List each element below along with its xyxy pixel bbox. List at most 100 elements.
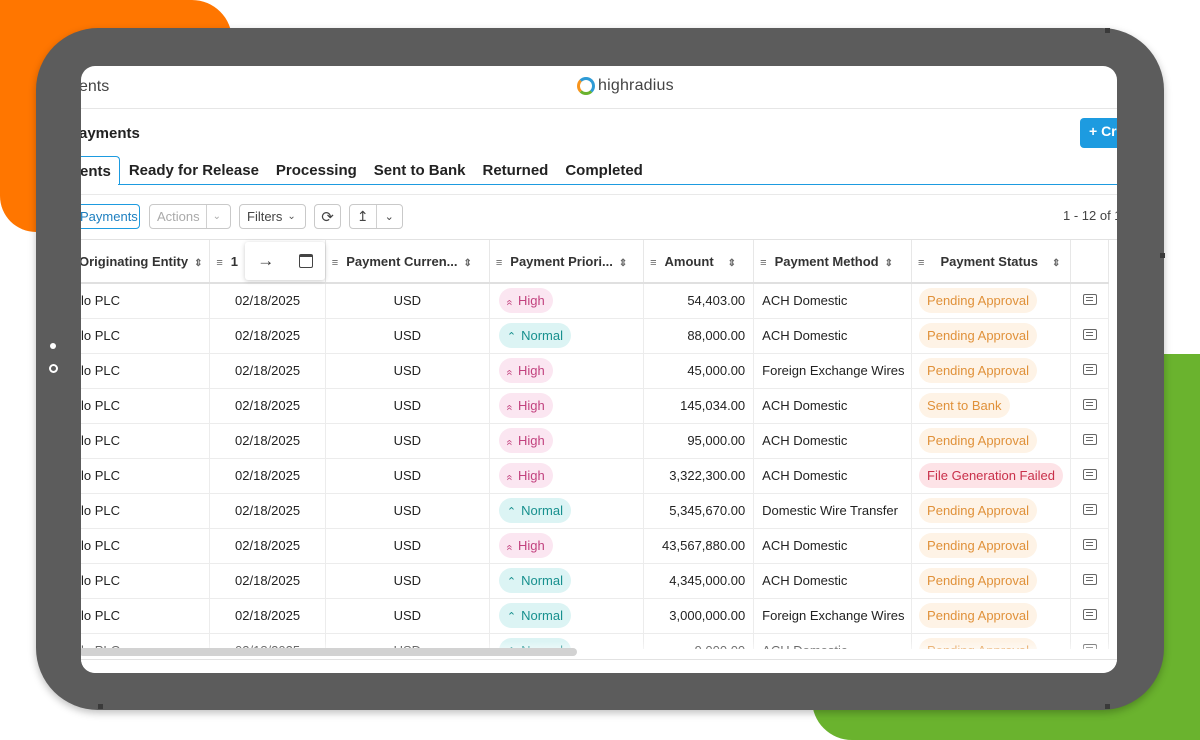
tab-ready-for-release[interactable]: Ready for Release	[120, 156, 267, 185]
date-picker-popover[interactable]: →	[245, 242, 325, 280]
cell-method: Domestic Wire Transfer	[753, 493, 913, 529]
actions-label: Actions	[157, 209, 200, 224]
double-chevron-up-icon: »	[503, 439, 516, 446]
tab-processing[interactable]: Processing	[267, 156, 365, 185]
cell-amount: 88,000.00	[643, 318, 755, 354]
cell-currency: USD	[325, 388, 490, 424]
filter-icon[interactable]: ≡	[216, 257, 222, 269]
comment-icon[interactable]	[1082, 609, 1097, 620]
cell-actions	[1070, 388, 1110, 424]
cell-method: ACH Domestic	[753, 423, 913, 459]
priority-badge: » High	[498, 463, 553, 488]
priority-badge: ⌃Normal	[498, 323, 571, 348]
cell-entity: lo PLC	[81, 423, 211, 459]
filter-icon[interactable]: ≡	[496, 257, 502, 269]
status-badge: Pending Approval	[919, 358, 1037, 383]
tab-completed[interactable]: Completed	[556, 156, 651, 185]
comment-icon[interactable]	[1082, 329, 1097, 340]
comment-icon[interactable]	[1082, 434, 1097, 445]
status-badge: Pending Approval	[919, 533, 1037, 558]
filter-icon[interactable]: ≡	[332, 257, 338, 269]
cell-priority: » High	[489, 458, 645, 494]
cell-entity: lo PLC	[81, 318, 211, 354]
tab-payments[interactable]: ents	[81, 156, 120, 185]
comment-icon[interactable]	[1082, 294, 1097, 306]
brand-logo[interactable]: highradius	[577, 77, 674, 95]
cell-entity: lo PLC	[81, 283, 211, 319]
comment-icon[interactable]	[1082, 574, 1097, 585]
table-row[interactable]: lo PLC 02/18/2025 USD ⌃ Normal 5,345,670.00 Do…	[81, 493, 1110, 529]
cell-actions	[1070, 458, 1110, 494]
divider	[205, 205, 207, 228]
tablet-notch	[1160, 253, 1165, 258]
logo-icon	[577, 77, 595, 95]
payments-button[interactable]: Payments	[81, 204, 140, 229]
table-row[interactable]: lo PLC 02/18/2025 USD ⌃ Normal 3,000,000.00 Fo…	[81, 598, 1110, 634]
cell-currency: USD	[325, 563, 490, 599]
cell-amount: 3,000,000.00	[643, 598, 755, 634]
refresh-button[interactable]: ⟳	[314, 204, 341, 229]
refresh-icon: ⟳	[321, 208, 334, 226]
export-button[interactable]: ↥ ⌄	[349, 204, 403, 229]
table-row[interactable]: lo PLC 02/18/2025 USD » High 145,034.00 ACH Do…	[81, 388, 1110, 424]
cell-status: Pending Approval	[911, 353, 1071, 389]
sort-icon[interactable]: ⇕	[1052, 258, 1060, 269]
comment-icon[interactable]	[1082, 364, 1097, 375]
table-row[interactable]: lo PLC 02/18/2025 USD » High 54,403.00 ACH Dom…	[81, 283, 1110, 319]
comment-icon[interactable]	[1082, 504, 1097, 515]
sort-icon[interactable]: ⇕	[619, 258, 627, 269]
divider	[81, 194, 1117, 195]
col-payment-currency[interactable]: ≡ Payment Curren... ⇕	[325, 240, 490, 284]
col-payment-priority[interactable]: ≡ Payment Priori... ⇕	[489, 240, 645, 284]
toolbar: Payments Actions ⌄ Filters ⌄ ⟳ ↥ ⌄ 1 - 1…	[81, 204, 1117, 230]
cell-actions	[1070, 493, 1110, 529]
table-row[interactable]: lo PLC 02/18/2025 USD » High 95,000.00 ACH Dom…	[81, 423, 1110, 459]
breadcrumb[interactable]: ents	[81, 78, 109, 96]
status-tabs: ents Ready for Release Processing Sent t…	[81, 156, 651, 185]
cell-entity: lo PLC	[81, 598, 211, 634]
cell-amount: 5,345,670.00	[643, 493, 755, 529]
sort-icon[interactable]: ⇕	[885, 258, 893, 269]
sort-icon[interactable]: ⇕	[728, 258, 736, 269]
table-row[interactable]: lo PLC 02/18/2025 USD » High 43,567,880.00 ACH…	[81, 528, 1110, 564]
cell-entity: lo PLC	[81, 458, 211, 494]
comment-icon[interactable]	[1082, 399, 1097, 410]
filter-icon[interactable]: ≡	[760, 257, 766, 269]
filters-label: Filters	[247, 209, 283, 224]
cell-status: Pending Approval	[911, 423, 1071, 459]
chevron-up-icon: ⌃	[506, 576, 517, 588]
chevron-down-icon: ⌄	[287, 211, 296, 222]
col-payment-method[interactable]: ≡ Payment Method ⇕	[753, 240, 913, 284]
filter-icon[interactable]: ≡	[650, 257, 656, 269]
cell-actions	[1070, 283, 1110, 319]
filters-dropdown[interactable]: Filters ⌄	[239, 204, 306, 229]
actions-dropdown[interactable]: Actions ⌄	[149, 204, 231, 229]
priority-badge: » High	[498, 288, 553, 314]
calendar-icon[interactable]	[298, 254, 313, 268]
double-chevron-up-icon: »	[503, 404, 516, 411]
cell-status: Pending Approval	[911, 493, 1071, 529]
arrow-right-icon[interactable]: →	[257, 251, 274, 271]
cell-status: Pending Approval	[911, 598, 1071, 634]
table-row[interactable]: lo PLC 02/18/2025 USD » High 45,000.00 Foreign…	[81, 353, 1110, 389]
col-payment-status[interactable]: ≡ Payment Status ⇕	[911, 240, 1071, 284]
cell-method: Foreign Exchange Wires	[753, 353, 913, 389]
sort-icon[interactable]: ⇕	[463, 258, 471, 269]
table-row[interactable]: lo PLC 02/18/2025 USD ⌃ Normal 4,345,000.00 AC…	[81, 563, 1110, 599]
sort-icon[interactable]: ⇕	[194, 258, 202, 269]
horizontal-scrollbar[interactable]	[81, 648, 577, 656]
comment-icon[interactable]	[1082, 469, 1097, 480]
filter-icon[interactable]: ≡	[918, 257, 924, 269]
cell-method: ACH Domestic	[753, 563, 913, 599]
col-amount[interactable]: ≡ Amount ⇕	[643, 240, 755, 284]
table-row[interactable]: lo PLC 02/18/2025 USD ⌃ Normal 88,000.00 ACH D…	[81, 318, 1110, 354]
cell-currency: USD	[325, 598, 490, 634]
create-payment-button[interactable]: + Cr	[1080, 118, 1117, 148]
tab-returned[interactable]: Returned	[473, 156, 556, 185]
table-row[interactable]: lo PLC 02/18/2025 USD » High 3,322,300.00 ACH …	[81, 458, 1110, 494]
comment-icon[interactable]	[1082, 539, 1097, 550]
chevron-up-icon: ⌃	[506, 611, 517, 623]
cell-method: ACH Domestic	[753, 458, 913, 494]
tab-sent-to-bank[interactable]: Sent to Bank	[365, 156, 474, 185]
col-originating-entity[interactable]: Originating Entity ⇕	[81, 240, 211, 284]
